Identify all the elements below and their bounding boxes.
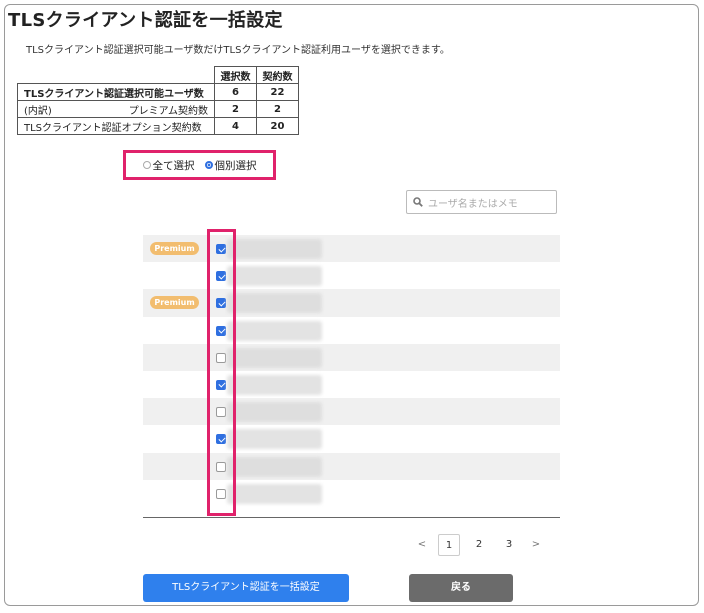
user-row: Premium xyxy=(143,235,560,263)
radio-select-all-dot[interactable] xyxy=(142,161,151,169)
user-row xyxy=(143,452,560,480)
summary-table: 選択数 契約数 TLSクライアント認証選択可能ユーザ数 6 22 (内訳) プレ… xyxy=(17,66,299,135)
back-button[interactable]: 戻る xyxy=(409,574,513,602)
summary-contracted-selectable: 22 xyxy=(256,83,299,101)
redacted-user-name xyxy=(227,320,322,341)
breakdown-prefix: (内訳) xyxy=(24,105,52,117)
summary-selected-premium: 2 xyxy=(214,100,257,118)
redacted-user-name xyxy=(227,347,322,368)
summary-selected-option: 4 xyxy=(214,117,257,135)
search-placeholder: ユーザ名またはメモ xyxy=(428,198,518,210)
summary-label-option: TLSクライアント認証オプション契約数 xyxy=(17,117,215,135)
redacted-user-name xyxy=(227,456,322,477)
radio-individual-label: 個別選択 xyxy=(214,159,257,172)
search-input[interactable]: ユーザ名またはメモ xyxy=(406,190,557,214)
page-1-button[interactable]: 1 xyxy=(438,534,460,556)
page-2-button[interactable]: 2 xyxy=(468,534,490,556)
checkbox-column-highlight xyxy=(207,229,236,516)
summary-contracted-option: 20 xyxy=(256,117,299,135)
user-row: Premium xyxy=(143,289,560,317)
pagination: < 1 2 3 > xyxy=(414,534,552,556)
search-icon xyxy=(413,197,423,207)
premium-badge: Premium xyxy=(150,296,199,310)
redacted-user-name xyxy=(227,293,322,314)
user-row xyxy=(143,480,560,507)
page-title: TLSクライアント認証を一括設定 xyxy=(8,10,283,31)
premium-badge: Premium xyxy=(150,242,199,255)
header-selected: 選択数 xyxy=(214,66,257,84)
apply-bulk-button[interactable]: TLSクライアント認証を一括設定 xyxy=(143,574,349,602)
redacted-user-name xyxy=(227,374,322,395)
radio-individual[interactable]: 個別選択 xyxy=(204,158,257,173)
page-description: TLSクライアント認証選択可能ユーザ数だけTLSクライアント認証利用ユーザを選択… xyxy=(26,45,450,56)
user-list: Premium Premium xyxy=(143,235,560,507)
summary-selected-selectable: 6 xyxy=(214,83,257,101)
user-row xyxy=(143,262,560,289)
radio-select-all[interactable]: 全て選択 xyxy=(142,158,195,173)
user-row xyxy=(143,343,560,371)
redacted-user-name xyxy=(227,402,322,423)
next-page-button[interactable]: > xyxy=(528,534,544,556)
user-row xyxy=(143,371,560,398)
list-divider xyxy=(143,517,560,518)
summary-label-selectable: TLSクライアント認証選択可能ユーザ数 xyxy=(17,83,215,101)
redacted-user-name xyxy=(227,239,322,259)
radio-select-all-label: 全て選択 xyxy=(152,159,195,172)
user-row xyxy=(143,317,560,344)
page-3-button[interactable]: 3 xyxy=(498,534,520,556)
redacted-user-name xyxy=(227,266,322,287)
user-row xyxy=(143,425,560,452)
radio-individual-dot[interactable] xyxy=(204,161,213,169)
header-contracted: 契約数 xyxy=(256,66,299,84)
summary-label-premium: (内訳) プレミアム契約数 xyxy=(17,100,215,118)
prev-page-button[interactable]: < xyxy=(414,534,430,556)
redacted-user-name xyxy=(227,483,322,504)
breakdown-premium-label: プレミアム契約数 xyxy=(128,105,208,117)
user-row xyxy=(143,398,560,426)
selection-mode-highlight: 全て選択 個別選択 xyxy=(123,150,276,180)
summary-contracted-premium: 2 xyxy=(256,100,299,118)
redacted-user-name xyxy=(227,429,322,450)
